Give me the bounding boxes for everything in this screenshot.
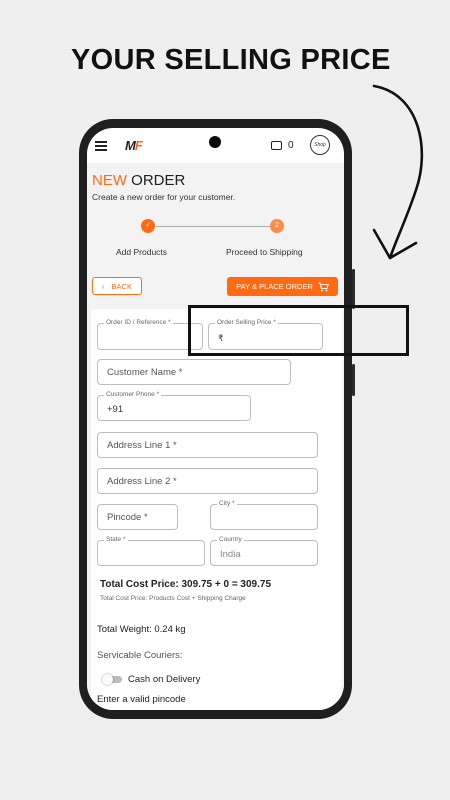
address-line-2-field[interactable]: Address Line 2 * bbox=[97, 468, 318, 494]
promo-headline: YOUR SELLING PRICE bbox=[71, 44, 391, 76]
total-cost-price: Total Cost Price: 309.75 + 0 = 309.75 bbox=[100, 579, 272, 590]
main-content: NEW ORDER Create a new order for your cu… bbox=[87, 163, 344, 710]
back-button[interactable]: ‹ BACK bbox=[92, 277, 142, 295]
city-field[interactable]: City * bbox=[210, 500, 318, 530]
phone-frame: MF 0 Shop NEW ORDER Create a new order f… bbox=[79, 119, 355, 719]
phone-screen: MF 0 Shop NEW ORDER Create a new order f… bbox=[87, 128, 344, 710]
page-subtitle: Create a new order for your customer. bbox=[92, 192, 236, 202]
front-camera bbox=[209, 136, 221, 148]
couriers-label: Servicable Couriers: bbox=[97, 650, 183, 661]
total-weight: Total Weight: 0.24 kg bbox=[97, 624, 186, 635]
highlight-box bbox=[188, 305, 409, 356]
hand-drawn-arrow bbox=[372, 84, 424, 260]
step-2-marker: 2 bbox=[270, 219, 284, 233]
avatar[interactable]: Shop bbox=[310, 135, 330, 155]
customer-phone-field[interactable]: Customer Phone * +91 bbox=[97, 391, 251, 421]
state-field[interactable]: State * bbox=[97, 536, 205, 566]
address-line-1-field[interactable]: Address Line 1 * bbox=[97, 432, 318, 458]
menu-icon[interactable] bbox=[95, 141, 107, 151]
cod-toggle[interactable] bbox=[102, 674, 122, 685]
pay-place-order-button[interactable]: PAY & PLACE ORDER bbox=[227, 277, 338, 296]
app-logo[interactable]: MF bbox=[125, 138, 143, 153]
step-2-label: Proceed to Shipping bbox=[226, 247, 303, 257]
stepper-connector bbox=[156, 226, 274, 227]
cod-label: Cash on Delivery bbox=[128, 674, 201, 685]
pincode-field[interactable]: Pincode * bbox=[97, 504, 178, 530]
country-field[interactable]: Country India bbox=[210, 536, 318, 566]
app-topbar: MF 0 Shop bbox=[87, 128, 344, 163]
cart-icon bbox=[318, 282, 329, 291]
total-cost-note: Total Cost Price: Products Cost + Shippi… bbox=[100, 595, 246, 602]
pincode-warning: Enter a valid pincode bbox=[97, 694, 186, 705]
volume-button bbox=[352, 269, 355, 309]
power-button bbox=[352, 364, 355, 396]
step-1-check-icon: ✓ bbox=[141, 219, 155, 233]
page-title: NEW ORDER bbox=[92, 172, 186, 189]
chevron-left-icon: ‹ bbox=[102, 281, 105, 291]
wallet-balance: 0 bbox=[288, 140, 294, 151]
wallet-icon[interactable] bbox=[271, 141, 282, 150]
order-form-card: Order ID / Reference * Order Selling Pri… bbox=[91, 309, 342, 710]
step-1-label: Add Products bbox=[116, 247, 168, 257]
customer-name-field[interactable]: Customer Name * bbox=[97, 359, 291, 385]
